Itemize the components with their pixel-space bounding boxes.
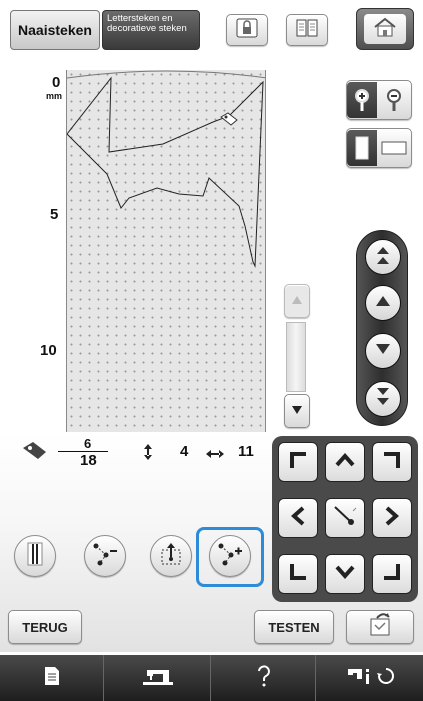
down-button[interactable] — [365, 333, 401, 369]
move-down-right-button[interactable] — [372, 554, 412, 594]
zoom-in-icon — [347, 82, 377, 118]
up-button[interactable] — [365, 285, 401, 321]
current-point-pointer-icon — [220, 112, 238, 131]
stitch-design-canvas[interactable] — [66, 70, 266, 432]
vertical-value: 4 — [180, 443, 189, 460]
fast-down-button[interactable] — [365, 381, 401, 417]
straight-stitch-tool-button[interactable] — [14, 535, 56, 577]
chevron-down-icon — [335, 565, 355, 584]
scale-mark-10: 10 — [40, 342, 57, 359]
chevron-left-icon — [290, 506, 305, 531]
home-button[interactable] — [356, 8, 414, 50]
double-down-arrow-icon — [375, 386, 391, 413]
chevron-up-icon — [335, 452, 355, 472]
move-block-icon — [159, 541, 183, 572]
point-total-value: 18 — [80, 452, 97, 469]
corner-down-left-icon — [288, 562, 308, 587]
tab-utility-stitches[interactable]: Naaisteken — [10, 10, 100, 50]
move-up-button[interactable] — [325, 442, 365, 482]
scroll-up-arrow-icon — [291, 292, 303, 310]
screen-lock-icon — [235, 17, 259, 44]
help-button[interactable] — [212, 655, 316, 701]
horizontal-value: 11 — [238, 443, 254, 460]
direction-pad — [272, 436, 418, 602]
sewing-machine-icon — [141, 666, 175, 691]
down-arrow-icon — [375, 342, 391, 361]
save-pocket-icon — [365, 612, 395, 642]
center-point-icon — [333, 505, 357, 532]
sewing-machine-settings-button[interactable] — [105, 655, 211, 701]
back-button-label: TERUG — [22, 619, 68, 635]
bottom-toolbar — [0, 655, 423, 701]
up-arrow-icon — [375, 294, 391, 313]
scale-unit: mm — [46, 91, 63, 101]
page-scroll-down-button[interactable] — [284, 394, 310, 428]
question-mark-icon — [256, 664, 272, 692]
home-icon — [373, 17, 397, 42]
insert-point-button[interactable] — [209, 535, 251, 577]
chevron-right-icon — [385, 506, 400, 531]
zoom-out-icon — [377, 82, 411, 118]
move-right-button[interactable] — [372, 498, 412, 538]
zoom-toggle-button[interactable] — [346, 80, 412, 120]
move-up-right-button[interactable] — [372, 442, 412, 482]
move-block-button[interactable] — [150, 535, 192, 577]
move-up-left-button[interactable] — [278, 442, 318, 482]
vertical-move-icon — [143, 444, 153, 464]
move-center-button[interactable] — [325, 498, 365, 538]
test-button-label: TESTEN — [268, 619, 320, 635]
scale-top-value: 0 — [52, 74, 61, 91]
move-point-scroll-group — [356, 230, 408, 426]
double-up-arrow-icon — [375, 244, 391, 271]
tab-decorative-label: Lettersteken en decoratieve steken — [107, 13, 187, 34]
point-marker-icon — [22, 440, 48, 464]
machine-info-icon — [346, 665, 394, 692]
move-down-left-button[interactable] — [278, 554, 318, 594]
fast-up-button[interactable] — [365, 239, 401, 275]
corner-up-right-icon — [382, 450, 402, 475]
horizontal-move-icon — [206, 446, 224, 463]
move-down-button[interactable] — [325, 554, 365, 594]
move-left-button[interactable] — [278, 498, 318, 538]
tab-decorative-stitches[interactable]: Lettersteken en decoratieve steken — [102, 10, 200, 50]
tab-utility-label: Naaisteken — [18, 22, 92, 38]
point-current-value: 6 — [84, 436, 92, 451]
home-button-face — [364, 14, 406, 44]
corner-down-right-icon — [382, 562, 402, 587]
corner-up-left-icon — [288, 450, 308, 475]
delete-point-button[interactable] — [84, 535, 126, 577]
test-button[interactable]: TESTEN — [254, 610, 334, 644]
page-scroll-up-button[interactable] — [284, 284, 310, 318]
wide-view-icon — [377, 130, 411, 166]
manual-book-icon — [294, 17, 320, 44]
back-button[interactable]: TERUG — [8, 610, 82, 644]
full-view-icon — [347, 130, 377, 166]
scale-mark-5: 5 — [50, 206, 59, 223]
settings-info-button[interactable] — [317, 655, 423, 701]
delete-point-icon — [92, 541, 118, 572]
pattern-info-button[interactable] — [0, 655, 104, 701]
display-mode-button[interactable] — [346, 128, 412, 168]
insert-point-icon — [217, 541, 243, 572]
scroll-down-arrow-icon — [291, 402, 303, 420]
column-lines-icon — [25, 541, 45, 572]
document-icon — [44, 666, 60, 691]
page-scrollbar-track[interactable] — [286, 322, 306, 392]
screen-lock-button[interactable] — [226, 14, 268, 46]
memory-button[interactable] — [346, 610, 414, 644]
manual-button[interactable] — [286, 14, 328, 46]
